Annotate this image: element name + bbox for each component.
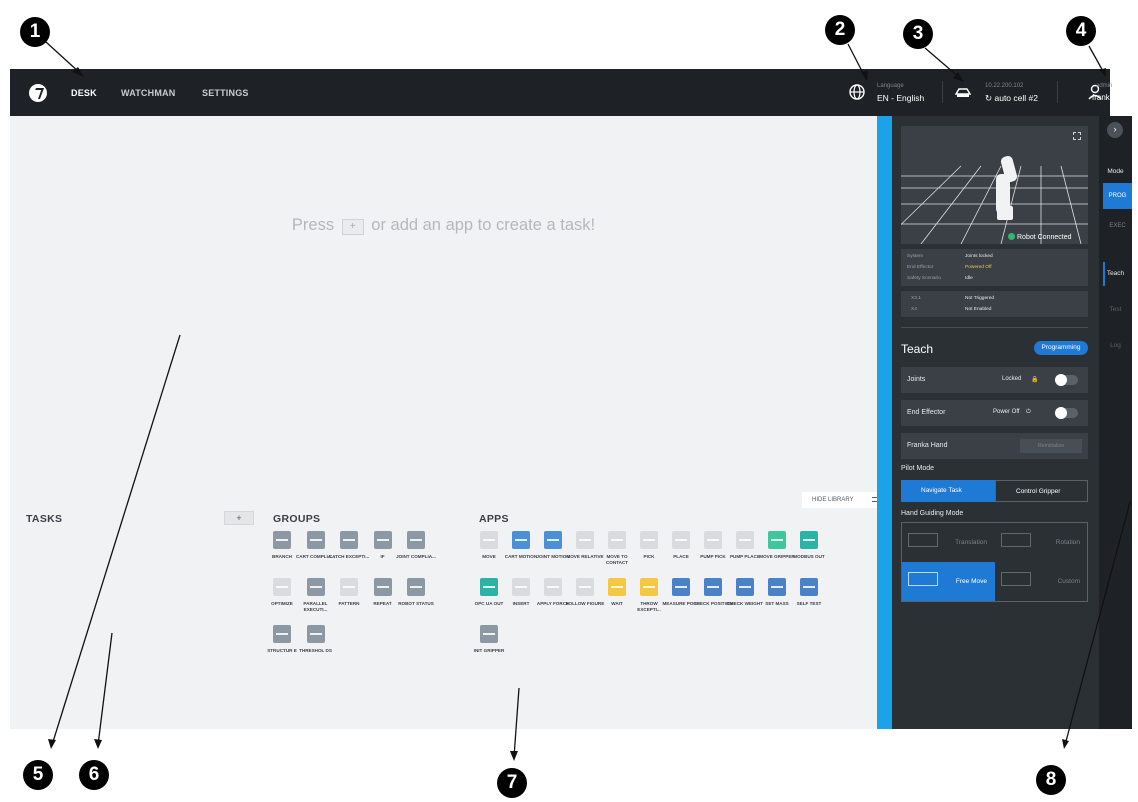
callout-8: 8 bbox=[1036, 765, 1066, 795]
callout-7: 7 bbox=[497, 768, 527, 798]
callout-1: 1 bbox=[20, 17, 50, 47]
callout-5: 5 bbox=[23, 760, 53, 790]
callout-arrows bbox=[45, 41, 1131, 761]
annotated-screenshot: DESK WATCHMAN SETTINGS Language EN - Eng… bbox=[0, 0, 1138, 802]
callout-4: 4 bbox=[1066, 16, 1096, 46]
callout-6: 6 bbox=[79, 760, 109, 790]
callout-3: 3 bbox=[903, 19, 933, 49]
callout-2: 2 bbox=[825, 15, 855, 45]
